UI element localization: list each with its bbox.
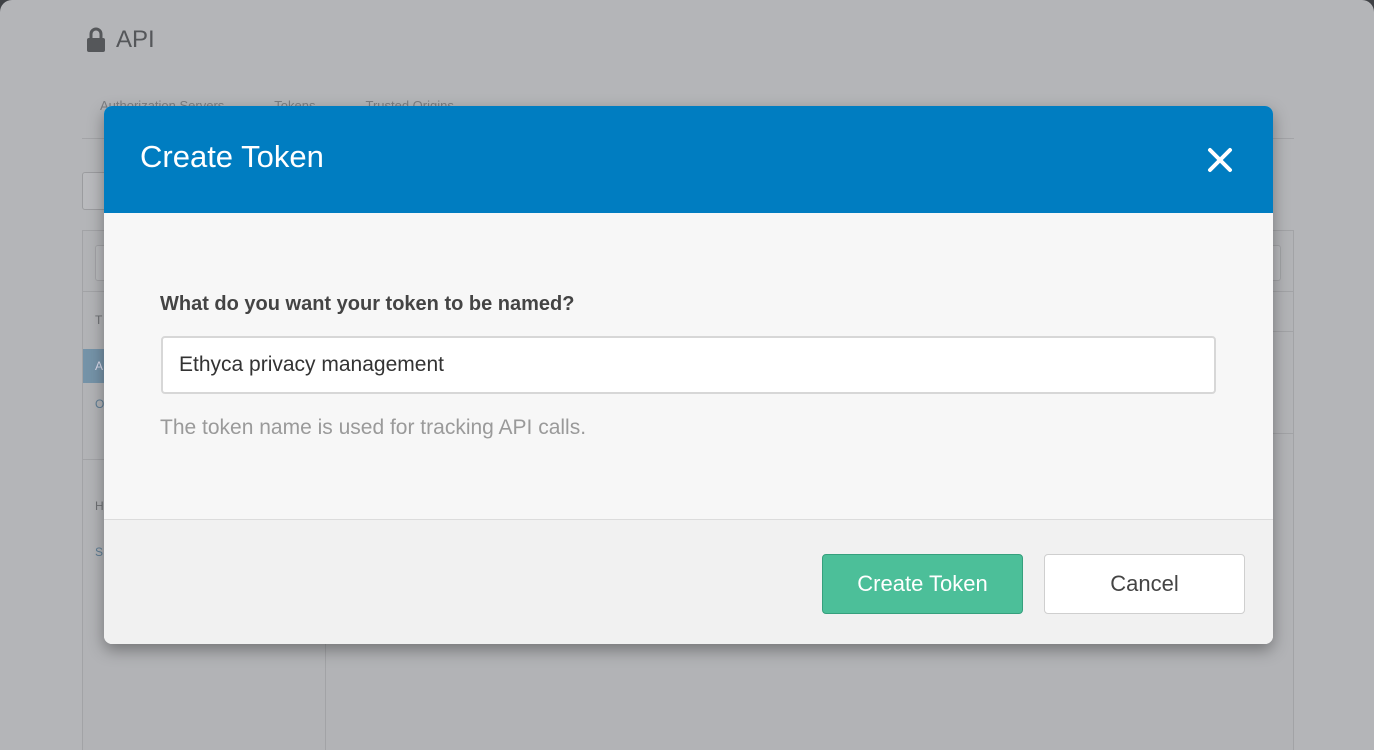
create-token-dialog: Create Token What do you want your token… — [104, 106, 1273, 644]
token-name-label: What do you want your token to be named? — [160, 293, 575, 315]
app-window: API Authorization Servers Tokens Trusted… — [0, 0, 1374, 750]
dialog-footer: Create Token Cancel — [104, 520, 1273, 644]
token-name-input[interactable] — [161, 336, 1216, 394]
create-token-button[interactable]: Create Token — [822, 554, 1023, 614]
page-title: API — [116, 26, 155, 53]
dialog-header: Create Token — [104, 106, 1273, 213]
dialog-body: What do you want your token to be named? — [104, 213, 1273, 520]
token-name-help-text: The token name is used for tracking API … — [160, 416, 587, 439]
lock-icon — [87, 27, 105, 52]
page-header: API — [86, 26, 155, 54]
cancel-button[interactable]: Cancel — [1044, 554, 1245, 614]
dialog-title: Create Token — [140, 139, 324, 174]
close-icon[interactable] — [1202, 142, 1238, 178]
